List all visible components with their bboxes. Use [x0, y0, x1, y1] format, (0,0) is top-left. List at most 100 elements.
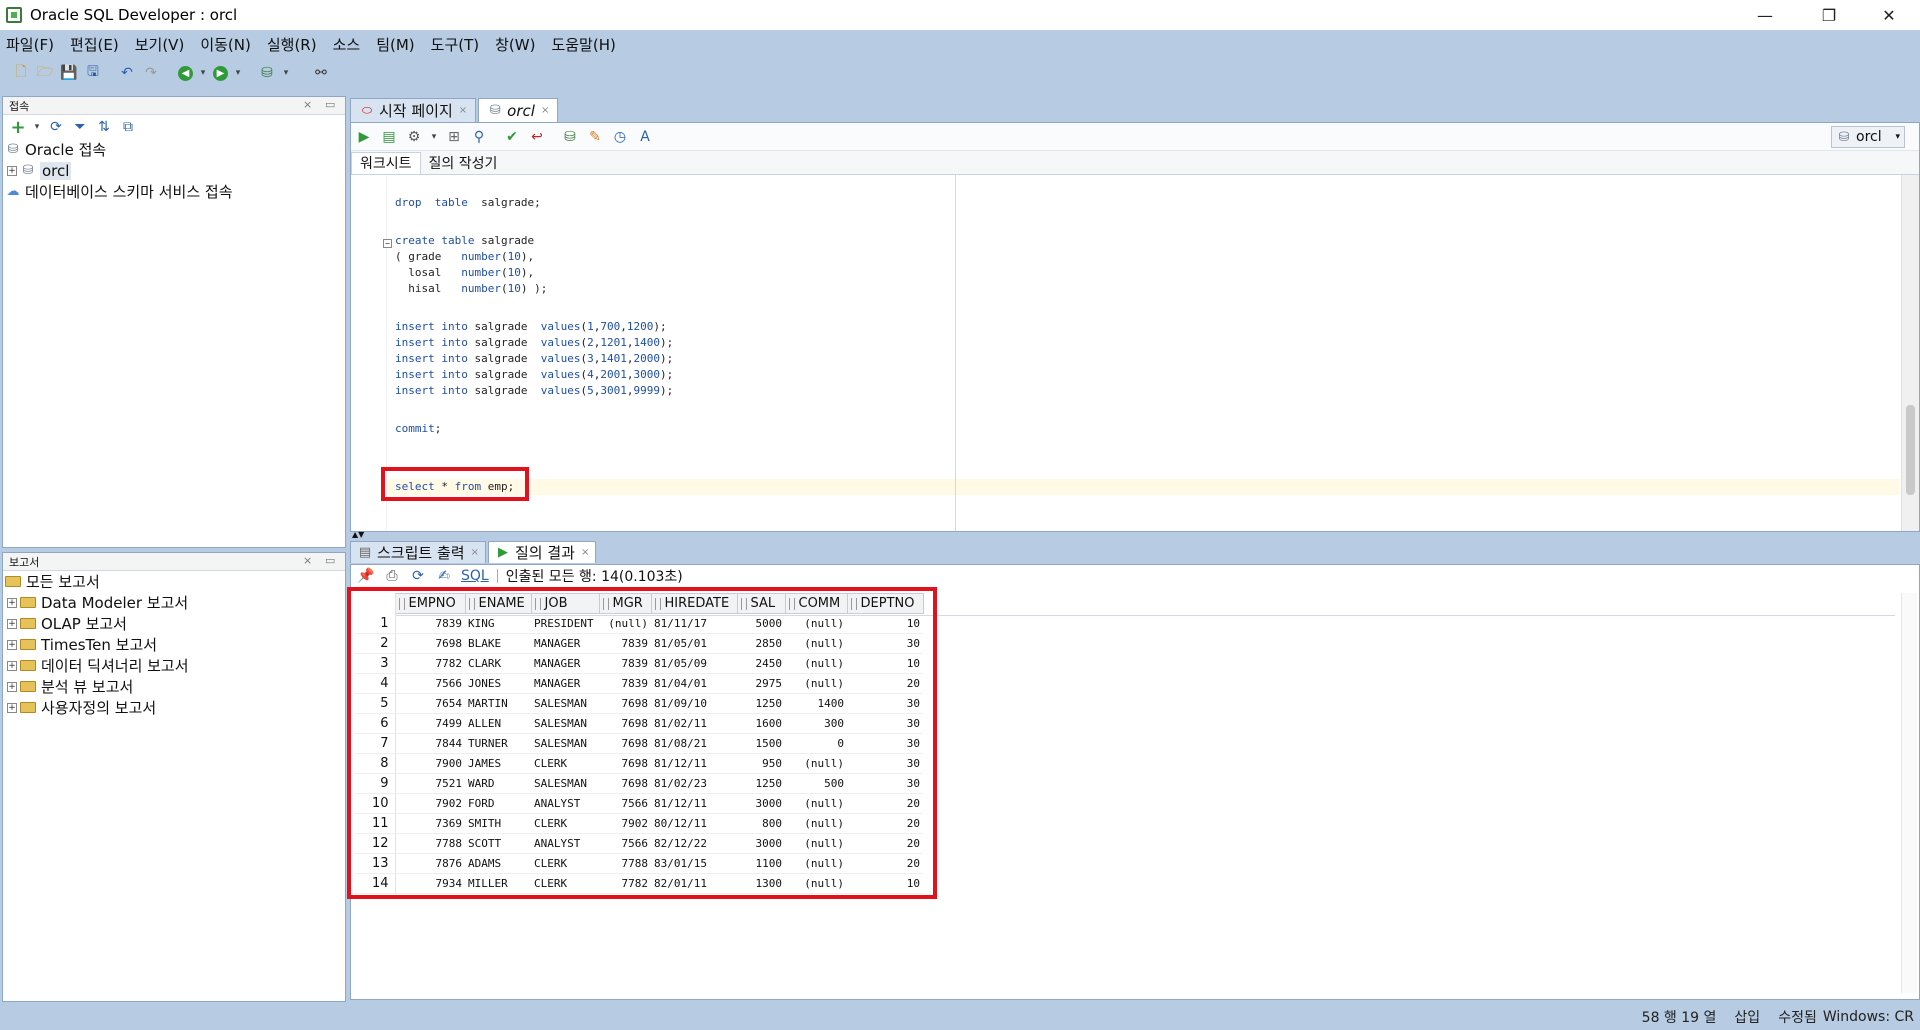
table-cell[interactable]: 83/01/15: [651, 853, 737, 874]
commit-icon[interactable]: ✔: [503, 128, 521, 146]
table-cell[interactable]: 10: [847, 613, 923, 634]
table-cell[interactable]: ANALYST: [531, 793, 599, 814]
table-cell[interactable]: MARTIN: [465, 693, 531, 714]
tree-item-data-modeler[interactable]: + Data Modeler 보고서: [3, 592, 345, 613]
run-script-icon[interactable]: ▤: [380, 128, 398, 146]
table-cell[interactable]: 30: [847, 713, 923, 734]
table-row[interactable]: 13 7876 ADAMS CLERK 7788 83/01/15 1100 (null) 20: [355, 853, 923, 874]
table-cell[interactable]: (null): [785, 813, 847, 834]
table-row[interactable]: 8 7900 JAMES CLERK 7698 81/12/11 950 (null) 30: [355, 753, 923, 774]
forward-dropdown-icon[interactable]: ▾: [234, 64, 242, 82]
menu-navigate[interactable]: 이동(N): [200, 34, 251, 55]
save-icon[interactable]: 💾: [60, 64, 78, 82]
tree-item-analytic-view[interactable]: + 분석 뷰 보고서: [3, 676, 345, 697]
table-cell[interactable]: SALESMAN: [531, 773, 599, 794]
sql-history-icon[interactable]: ◷: [611, 128, 629, 146]
table-cell[interactable]: 81/12/11: [651, 793, 737, 814]
tree-item-data-dictionary[interactable]: + 데이터 딕셔너리 보고서: [3, 655, 345, 676]
table-cell[interactable]: MANAGER: [531, 673, 599, 694]
table-cell[interactable]: MILLER: [465, 873, 531, 894]
open-folder-icon[interactable]: 🗁: [36, 64, 54, 82]
table-cell[interactable]: 7782: [599, 873, 651, 894]
expand-icon[interactable]: +: [7, 618, 17, 629]
table-cell[interactable]: CLERK: [531, 873, 599, 894]
table-cell[interactable]: 7788: [599, 853, 651, 874]
table-cell[interactable]: 1400: [785, 693, 847, 714]
unshared-sql-icon[interactable]: ⛁: [561, 128, 579, 146]
table-cell[interactable]: CLARK: [465, 653, 531, 674]
table-cell[interactable]: SALESMAN: [531, 713, 599, 734]
table-row[interactable]: 5 7654 MARTIN SALESMAN 7698 81/09/10 1250 1400 3…: [355, 693, 923, 714]
table-cell[interactable]: 20: [847, 853, 923, 874]
close-icon[interactable]: ×: [581, 547, 589, 558]
table-cell[interactable]: 7698: [395, 633, 465, 654]
column-header-job[interactable]: JOB: [530, 593, 600, 614]
close-icon[interactable]: ×: [303, 98, 312, 111]
table-cell[interactable]: 20: [847, 793, 923, 814]
table-row[interactable]: 11 7369 SMITH CLERK 7902 80/12/11 800 (null) 20: [355, 813, 923, 834]
connection-select[interactable]: ⛁ orcl ▾: [1831, 126, 1905, 148]
table-cell[interactable]: 7844: [395, 733, 465, 754]
table-cell[interactable]: CLERK: [531, 813, 599, 834]
table-cell[interactable]: ADAMS: [465, 853, 531, 874]
table-cell[interactable]: 500: [785, 773, 847, 794]
tree-item-schema-service[interactable]: ☁ 데이터베이스 스키마 서비스 접속: [3, 181, 345, 202]
table-cell[interactable]: 7788: [395, 833, 465, 854]
table-cell[interactable]: 950: [737, 753, 785, 774]
table-row[interactable]: 4 7566 JONES MANAGER 7839 81/04/01 2975 (null) 2…: [355, 673, 923, 694]
table-cell[interactable]: FORD: [465, 793, 531, 814]
table-cell[interactable]: 10: [847, 873, 923, 894]
table-cell[interactable]: SCOTT: [465, 833, 531, 854]
pin-icon[interactable]: 📌: [357, 567, 375, 585]
table-cell[interactable]: 1300: [737, 873, 785, 894]
table-cell[interactable]: 81/04/01: [651, 673, 737, 694]
sql-worksheet-icon[interactable]: ⛁: [258, 64, 276, 82]
expand-icon[interactable]: +: [7, 660, 17, 671]
table-cell[interactable]: 82/12/22: [651, 833, 737, 854]
tree-item-user-defined[interactable]: + 사용자정의 보고서: [3, 697, 345, 718]
forward-icon[interactable]: ▶: [213, 65, 228, 81]
expand-icon[interactable]: +: [7, 681, 17, 692]
table-cell[interactable]: 7839: [599, 653, 651, 674]
table-cell[interactable]: (null): [785, 653, 847, 674]
menu-team[interactable]: 팀(M): [376, 34, 414, 55]
table-cell[interactable]: 30: [847, 733, 923, 754]
format-icon[interactable]: A: [636, 128, 654, 146]
tab-orcl[interactable]: ⛁ orcl ×: [478, 98, 559, 122]
table-row[interactable]: 2 7698 BLAKE MANAGER 7839 81/05/01 2850 (null) 3…: [355, 633, 923, 654]
schema-browser-icon[interactable]: ⇅: [95, 118, 113, 136]
sql-icon[interactable]: ✍: [435, 567, 453, 585]
tree-item-oracle-connections[interactable]: ⛁ Oracle 접속: [3, 139, 345, 160]
tab-worksheet[interactable]: 워크시트: [351, 151, 421, 174]
table-cell[interactable]: 7839: [599, 633, 651, 654]
clear-icon[interactable]: ✎: [586, 128, 604, 146]
close-icon[interactable]: ×: [541, 105, 549, 116]
table-cell[interactable]: (null): [599, 613, 651, 634]
table-cell[interactable]: 7521: [395, 773, 465, 794]
collapse-all-icon[interactable]: ⧉: [119, 118, 137, 136]
filter-icon[interactable]: ⏷: [71, 118, 89, 136]
table-cell[interactable]: 7566: [395, 673, 465, 694]
fold-icon[interactable]: −: [383, 239, 392, 248]
table-cell[interactable]: MANAGER: [531, 653, 599, 674]
menu-edit[interactable]: 편집(E): [70, 34, 119, 55]
table-cell[interactable]: 7566: [599, 833, 651, 854]
table-cell[interactable]: (null): [785, 633, 847, 654]
expand-icon[interactable]: +: [7, 165, 17, 176]
table-cell[interactable]: KING: [465, 613, 531, 634]
add-connection-icon[interactable]: +: [9, 117, 27, 138]
table-cell[interactable]: SALESMAN: [531, 733, 599, 754]
table-cell[interactable]: 81/05/01: [651, 633, 737, 654]
close-icon[interactable]: ×: [459, 105, 467, 116]
table-row[interactable]: 12 7788 SCOTT ANALYST 7566 82/12/22 3000 (null)…: [355, 833, 923, 854]
table-cell[interactable]: TURNER: [465, 733, 531, 754]
expand-icon[interactable]: +: [7, 597, 17, 608]
table-cell[interactable]: 82/01/11: [651, 873, 737, 894]
panel-splitter[interactable]: ▲▼: [350, 530, 1920, 540]
scrollbar-thumb[interactable]: [1906, 405, 1915, 495]
table-cell[interactable]: WARD: [465, 773, 531, 794]
table-row[interactable]: 6 7499 ALLEN SALESMAN 7698 81/02/11 1600 300 30: [355, 713, 923, 734]
new-file-icon[interactable]: 🗋: [12, 64, 30, 82]
table-row[interactable]: 10 7902 FORD ANALYST 7566 81/12/11 3000 (null) 2…: [355, 793, 923, 814]
table-cell[interactable]: 3000: [737, 833, 785, 854]
